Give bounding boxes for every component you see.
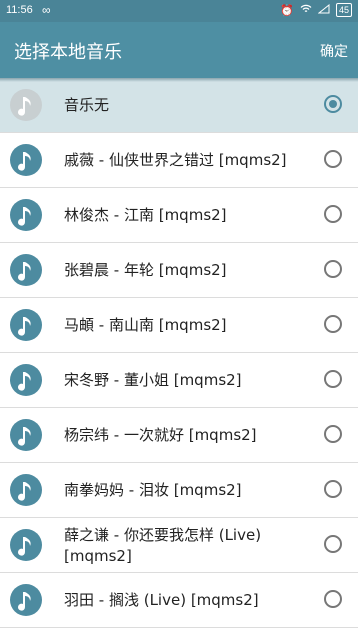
list-item[interactable]: 薛之谦 - 你还要我怎样 (Live) [mqms2] bbox=[0, 518, 358, 573]
music-note-icon bbox=[10, 364, 42, 396]
radio-button[interactable] bbox=[324, 150, 342, 168]
status-time: 11:56 bbox=[6, 4, 33, 16]
alarm-icon: ⏰ bbox=[280, 4, 294, 17]
song-list: 音乐无 戚薇 - 仙侠世界之错过 [mqms2] 林俊杰 - 江南 [mqms2… bbox=[0, 78, 358, 628]
song-title: 马頔 - 南山南 [mqms2] bbox=[64, 316, 227, 334]
music-note-icon bbox=[10, 254, 42, 286]
music-note-icon bbox=[10, 419, 42, 451]
signal-icon bbox=[317, 3, 330, 17]
radio-button[interactable] bbox=[324, 370, 342, 388]
radio-button[interactable] bbox=[324, 205, 342, 223]
list-item[interactable]: 杨宗纬 - 一次就好 [mqms2] bbox=[0, 408, 358, 463]
song-title: 南拳妈妈 - 泪妆 [mqms2] bbox=[64, 481, 242, 499]
music-note-icon bbox=[10, 89, 42, 121]
list-item[interactable]: 张碧晨 - 年轮 [mqms2] bbox=[0, 243, 358, 298]
list-item[interactable]: 戚薇 - 仙侠世界之错过 [mqms2] bbox=[0, 133, 358, 188]
song-title: 宋冬野 - 董小姐 [mqms2] bbox=[64, 371, 242, 389]
music-note-icon bbox=[10, 309, 42, 341]
app-bar: 选择本地音乐 确定 bbox=[0, 22, 358, 78]
infinity-icon: ∞ bbox=[42, 3, 51, 17]
song-title: 戚薇 - 仙侠世界之错过 [mqms2] bbox=[64, 151, 287, 169]
status-icons: ⏰ 45 bbox=[280, 3, 352, 17]
music-note-icon bbox=[10, 529, 42, 561]
music-note-icon bbox=[10, 584, 42, 616]
list-item[interactable]: 马頔 - 南山南 [mqms2] bbox=[0, 298, 358, 353]
song-title: 张碧晨 - 年轮 [mqms2] bbox=[64, 261, 227, 279]
app-bar-shadow bbox=[0, 78, 358, 82]
music-note-icon bbox=[10, 474, 42, 506]
list-item-none[interactable]: 音乐无 bbox=[0, 78, 358, 133]
radio-button[interactable] bbox=[324, 480, 342, 498]
battery-level: 45 bbox=[338, 5, 349, 15]
song-title: 羽田 - 搁浅 (Live) [mqms2] bbox=[64, 591, 259, 609]
song-title: 杨宗纬 - 一次就好 [mqms2] bbox=[64, 426, 257, 444]
song-title: 薛之谦 - 你还要我怎样 (Live) [mqms2] bbox=[64, 525, 262, 565]
music-note-icon bbox=[10, 144, 42, 176]
radio-button[interactable] bbox=[324, 535, 342, 553]
status-bar: 11:56 ∞ ⏰ 45 bbox=[0, 0, 358, 22]
radio-button[interactable] bbox=[324, 95, 342, 113]
radio-button[interactable] bbox=[324, 425, 342, 443]
radio-button[interactable] bbox=[324, 590, 342, 608]
radio-button[interactable] bbox=[324, 315, 342, 333]
list-item[interactable]: 宋冬野 - 董小姐 [mqms2] bbox=[0, 353, 358, 408]
page-title: 选择本地音乐 bbox=[14, 42, 122, 63]
wifi-icon bbox=[300, 4, 312, 17]
list-item[interactable]: 林俊杰 - 江南 [mqms2] bbox=[0, 188, 358, 243]
confirm-button[interactable]: 确定 bbox=[320, 41, 348, 61]
list-item[interactable]: 南拳妈妈 - 泪妆 [mqms2] bbox=[0, 463, 358, 518]
song-title: 音乐无 bbox=[64, 96, 110, 114]
song-title: 林俊杰 - 江南 [mqms2] bbox=[64, 206, 227, 224]
music-note-icon bbox=[10, 199, 42, 231]
radio-button[interactable] bbox=[324, 260, 342, 278]
list-item[interactable]: 羽田 - 搁浅 (Live) [mqms2] bbox=[0, 573, 358, 628]
battery-icon: 45 bbox=[335, 3, 352, 17]
